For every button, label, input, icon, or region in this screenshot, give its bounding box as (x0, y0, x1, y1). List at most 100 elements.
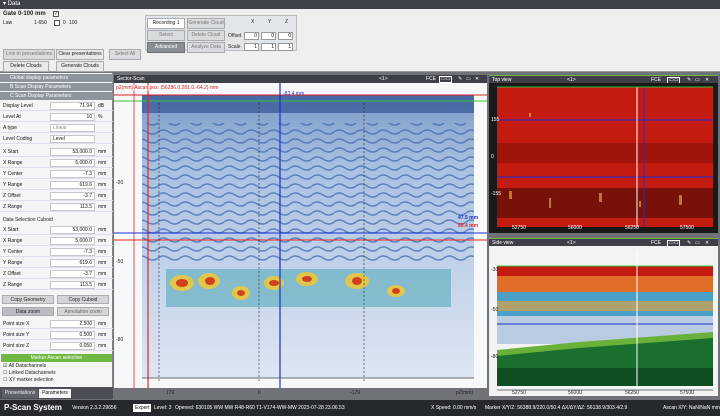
pin-icon[interactable]: ✎ (458, 75, 462, 83)
top-view-x-tick: 56250 (625, 225, 639, 231)
link-presentations-button[interactable]: Link to presentations (3, 49, 55, 60)
point-size-field[interactable]: 0.500 (50, 331, 95, 339)
top-view-x-tick: 52750 (512, 225, 526, 231)
section-bscan[interactable]: B Scan Display Parameters (0, 83, 113, 91)
annotation-zoom-button[interactable]: Annotation zoom (57, 307, 109, 316)
view-row-field[interactable]: 113.5 (50, 203, 95, 211)
section-global[interactable]: Global display parameters (0, 74, 113, 82)
brand-logo: P-Scan System (4, 403, 62, 412)
advanced-button[interactable]: Advanced (147, 42, 185, 53)
cuboid-row-field[interactable]: -3.7 (50, 270, 95, 278)
offset-x-field[interactable]: 0 (244, 32, 259, 40)
sector-y-tick: -20 (116, 180, 124, 186)
view-row-label: Y Range (3, 182, 23, 188)
cuboid-row-field[interactable]: 619.6 (50, 259, 95, 267)
close-icon[interactable]: ✕ (475, 75, 479, 83)
cuboid-row-unit: mm (98, 238, 107, 244)
sector-scan-title: Sector-Scan (117, 76, 145, 82)
level-at-unit: % (98, 114, 103, 120)
sector-scan-index: <1> (379, 76, 388, 82)
display-level-field[interactable]: 71.94 (50, 102, 95, 110)
xy-marker-label: XY marker selection (8, 377, 54, 383)
scale-y-field[interactable]: 1 (261, 43, 276, 51)
level-text: Level: 3 (154, 405, 172, 411)
delete-clouds-button[interactable]: Delete Clouds (3, 61, 49, 72)
view-row: Z Range 113.5 mm (0, 203, 113, 212)
section-cscan[interactable]: C Scan Display Parameters (0, 92, 113, 100)
level-at-field[interactable]: 10 (50, 113, 95, 121)
cuboid-row-field[interactable]: 5,000.0 (50, 237, 95, 245)
gate-end[interactable]: 100 (69, 20, 77, 26)
marker-ascan-selection[interactable]: Marker Ascan selection (1, 354, 112, 362)
view-row-label: X Start (3, 149, 19, 155)
gate-start[interactable]: 0 (63, 20, 66, 26)
cuboid-row-label: Z Range (3, 282, 23, 288)
select-all-button[interactable]: Select All (109, 49, 141, 60)
point-size-row: Point size Z 0.050 mm (0, 342, 113, 351)
copy-geometry-button[interactable]: Copy Geometry (2, 295, 54, 304)
view-row-field[interactable]: -3.7 (50, 192, 95, 200)
point-size-field[interactable]: 0.050 (50, 342, 95, 350)
parameters-panel: Global display parameters B Scan Display… (0, 73, 113, 387)
view-row-label: Z Range (3, 204, 23, 210)
cuboid-row-field[interactable]: 113.5 (50, 281, 95, 289)
left-tabs: Presentations Parameters (0, 387, 113, 399)
scale-z-field[interactable]: 1 (278, 43, 293, 51)
copy-cuboid-button[interactable]: Copy Cuboid (57, 295, 109, 304)
gate-checkbox[interactable]: ✓ (53, 11, 59, 17)
all-datachannels-check[interactable]: ☑ All Datachannels (3, 363, 46, 369)
cuboid-row-label: Z Offset (3, 271, 21, 277)
cuboid-row-unit: mm (98, 271, 107, 277)
offset-z-field[interactable]: 0 (278, 32, 293, 40)
gate-title: Gate 0-100 mm (3, 11, 46, 17)
tab-parameters[interactable]: Parameters (39, 389, 71, 398)
top-view-cscan[interactable] (489, 83, 718, 233)
point-size-field[interactable]: 2.500 (50, 320, 95, 328)
view-row-label: X Range (3, 160, 23, 166)
cuboid-row-label: Y Center (3, 249, 23, 255)
point-size-unit: mm (98, 332, 107, 338)
xy-marker-check[interactable]: ☐ XY marker selection (3, 377, 54, 383)
view-row: X Range 5,000.0 mm (0, 159, 113, 168)
minimize-icon[interactable]: ▭ (466, 75, 471, 83)
clear-presentations-button[interactable]: Clear presentations (56, 49, 104, 60)
offset-label: Offset (228, 33, 242, 39)
analyze-data-button[interactable]: Analyze Data (187, 42, 225, 53)
select-button[interactable]: Select (147, 30, 185, 41)
point-size-unit: mm (98, 343, 107, 349)
law-checkbox[interactable] (54, 20, 60, 26)
offset-y-field[interactable]: 0 (261, 32, 276, 40)
cuboid-row-field[interactable]: -7.3 (50, 248, 95, 256)
point-size-label: Point size X (3, 321, 30, 327)
sector-scan-fce: FCE (426, 76, 436, 82)
all-datachannels-label: All Datachannels (8, 363, 47, 369)
sector-scan-view[interactable] (114, 83, 487, 388)
sector-x-tick: 0 (258, 390, 261, 396)
view-row-field[interactable]: 53,000.0 (50, 148, 95, 156)
sector-x-tick: 179 (166, 390, 175, 396)
point-size-row: Point size Y 0.500 mm (0, 331, 113, 340)
side-view-bscan[interactable] (489, 246, 718, 396)
side-view-x-tick: 57500 (680, 390, 694, 396)
version-text: Version 2.3.2.29656 (72, 405, 117, 411)
view-row-field[interactable]: 619.6 (50, 181, 95, 189)
cuboid-row-field[interactable]: 53,000.0 (50, 226, 95, 234)
scale-x-field[interactable]: 1 (244, 43, 259, 51)
camera-icon[interactable]: ▭▭ (439, 76, 453, 83)
linked-datachannels-check[interactable]: ☐ Linked Datachannels (3, 370, 56, 376)
tab-presentations[interactable]: Presentations (2, 389, 38, 398)
level-coding-select[interactable]: Level (50, 135, 95, 143)
cuboid-row: Z Offset -3.7 mm (0, 270, 113, 279)
view-row-unit: mm (98, 171, 107, 177)
data-zoom-button[interactable]: Data zoom (2, 307, 54, 316)
view-row-label: Z Offset (3, 193, 21, 199)
view-row: Y Center -7.3 mm (0, 170, 113, 179)
view-row-field[interactable]: -7.3 (50, 170, 95, 178)
generate-cloud-button[interactable]: Generate Cloud (187, 18, 225, 29)
cuboid-row-label: Y Range (3, 260, 23, 266)
a-type-select[interactable]: Linear (50, 124, 95, 132)
delete-cloud-button[interactable]: Delete Cloud (187, 30, 225, 41)
recording-button[interactable]: Recording 1 (147, 18, 185, 29)
view-row-field[interactable]: 5,000.0 (50, 159, 95, 167)
generate-clouds-button[interactable]: Generate Clouds (56, 61, 104, 72)
